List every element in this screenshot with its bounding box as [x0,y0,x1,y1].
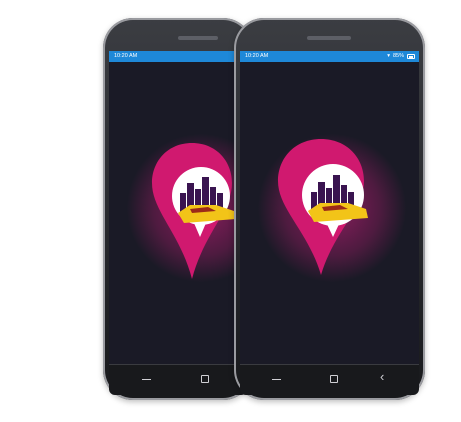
earpiece-speaker [178,36,218,40]
phone-right: 10:20 AM ▾ 85% ‹ [234,18,425,400]
battery-icon [407,54,415,59]
app-logo-pin [278,139,368,275]
home-icon[interactable] [330,375,338,383]
status-time: 10:20 AM [245,53,269,59]
app-logo-pin [152,143,236,279]
menu-icon[interactable] [142,379,151,380]
back-icon[interactable]: ‹ [380,370,384,383]
system-navigation-bar: ‹ [240,364,419,395]
phone-left: 10:20 AM [103,18,253,400]
phone-right-screen: 10:20 AM ▾ 85% [240,51,419,364]
menu-icon[interactable] [272,379,281,380]
earpiece-speaker [307,36,351,40]
home-icon[interactable] [201,375,209,383]
phone-left-screen: 10:20 AM [109,51,247,364]
status-bar: 10:20 AM [109,51,247,62]
status-bar: 10:20 AM ▾ 85% [240,51,419,62]
wifi-icon: ▾ [387,53,390,59]
system-navigation-bar [109,364,247,395]
status-time: 10:20 AM [114,53,138,59]
battery-percent: 85% [392,53,404,59]
